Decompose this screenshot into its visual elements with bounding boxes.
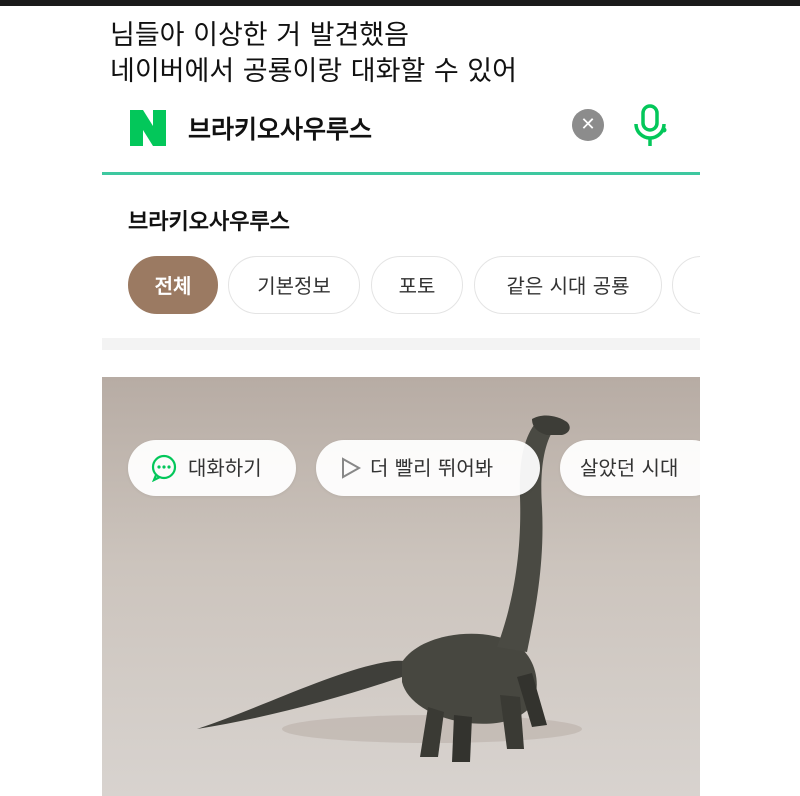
section-divider [102,338,700,350]
play-icon [342,457,362,479]
run-faster-button[interactable]: 더 빨리 뛰어봐 [316,440,540,496]
run-faster-button-label: 더 빨리 뛰어봐 [370,456,494,480]
tab-overview[interactable]: 전체 [128,256,218,314]
tab-more[interactable] [672,256,700,314]
top-bar [0,0,800,6]
caption: 님들아 이상한 거 발견했음 네이버에서 공룡이랑 대화할 수 있어 [110,18,517,90]
microphone-icon[interactable] [632,104,668,148]
naver-search-screen: 브라키오사우루스 ✕ 브라키오사우루스 전체 기본정보 포토 같은 시대 공룡 [102,92,700,796]
close-icon[interactable]: ✕ [572,109,604,141]
chat-button[interactable]: 대화하기 [128,440,296,496]
caption-line-2: 네이버에서 공룡이랑 대화할 수 있어 [110,56,517,87]
result-title: 브라키오사우루스 [128,210,290,235]
search-input[interactable]: 브라키오사우루스 [188,110,372,146]
chat-button-label: 대화하기 [188,456,262,480]
chat-bubble-icon [151,454,177,482]
tab-photo[interactable]: 포토 [371,256,463,314]
caption-line-1: 님들아 이상한 거 발견했음 [110,20,409,51]
naver-logo-icon[interactable] [128,108,168,148]
living-era-button[interactable]: 살았던 시대 [560,440,700,496]
living-era-button-label: 살았던 시대 [580,456,679,480]
tab-same-era-dinosaurs[interactable]: 같은 시대 공룡 [474,256,662,314]
tab-basic-info[interactable]: 기본정보 [228,256,360,314]
search-bar: 브라키오사우루스 ✕ [102,92,700,175]
